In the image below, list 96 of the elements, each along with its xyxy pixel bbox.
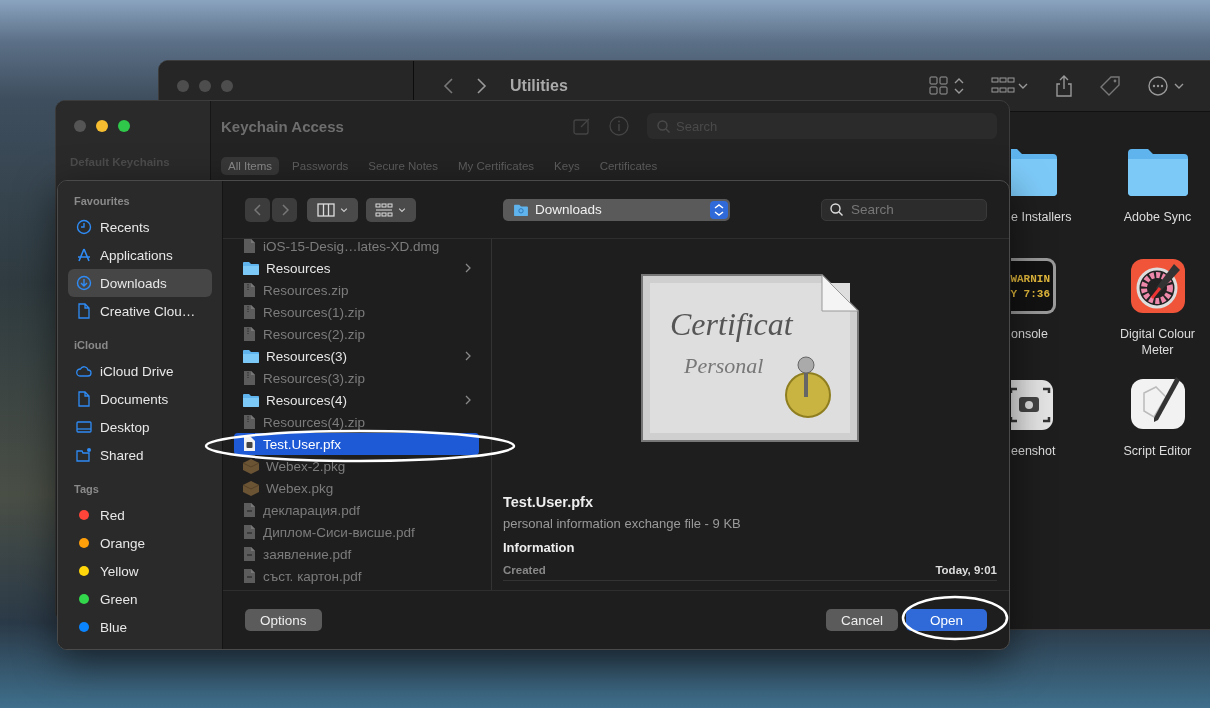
document-icon (76, 303, 92, 319)
console-icon-text: Y 7:36 (1011, 287, 1051, 300)
certificate-script-text: Certificat (670, 306, 793, 342)
sidebar-item[interactable]: Yellow (68, 557, 212, 585)
window-control-icon (96, 120, 108, 132)
file-row[interactable]: Resources (234, 257, 479, 279)
sidebar-item[interactable]: Documents (68, 385, 212, 413)
chevron-icon (465, 395, 471, 405)
pdf-file-icon (242, 546, 257, 562)
column-view-button[interactable] (307, 197, 358, 222)
open-button[interactable]: Open (905, 609, 987, 631)
file-row[interactable]: Resources(4) (234, 389, 479, 411)
stepper-icon (710, 200, 728, 219)
document-icon (242, 239, 257, 254)
window-control-icon (221, 80, 233, 92)
app-label: Digital Colour Meter (1119, 326, 1196, 358)
app-label: e Installers (1011, 209, 1072, 225)
zip-file-icon (242, 370, 257, 386)
document-icon (76, 391, 92, 407)
back-button[interactable] (245, 197, 270, 222)
window-title: Keychain Access (221, 117, 344, 135)
share-icon[interactable] (1055, 75, 1073, 97)
zip-file-icon (242, 414, 257, 430)
file-row[interactable]: Resources(3) (234, 345, 479, 367)
window-control-icon (74, 120, 86, 132)
pdf-file-icon (242, 502, 257, 518)
group-icon (375, 202, 393, 217)
file-description: personal information exchange file - 9 KB (503, 516, 742, 531)
folder-icon (513, 203, 529, 216)
sidebar-heading: Tags (74, 483, 100, 497)
app-label: Adobe Sync (1123, 209, 1192, 225)
tab[interactable]: All Items (221, 157, 280, 175)
window-control-icon (177, 80, 189, 92)
search-icon (657, 119, 670, 133)
chevron-icon (465, 263, 471, 273)
forward-button[interactable] (272, 197, 297, 222)
sidebar-item[interactable]: Recents (68, 213, 212, 241)
pdf-file-icon (242, 568, 257, 584)
sidebar-item[interactable]: Creative Clou… (68, 297, 212, 325)
package-icon (242, 458, 260, 474)
certificate-file-icon (242, 436, 257, 452)
search-icon (830, 203, 843, 216)
package-icon (242, 480, 260, 496)
tag-icon[interactable] (1099, 75, 1121, 97)
sidebar-item[interactable]: Shared (68, 441, 212, 469)
sidebar-item[interactable]: Orange (68, 529, 212, 557)
chevron-icon (465, 351, 471, 361)
zip-file-icon (242, 326, 257, 342)
forward-icon (280, 203, 289, 216)
sidebar-item[interactable]: Applications (68, 241, 212, 269)
zip-file-icon (242, 304, 257, 320)
file-name: Test.User.pfx (503, 494, 594, 510)
sidebar-heading: Favourites (74, 195, 131, 209)
cloud-icon (76, 363, 92, 379)
location-popup[interactable]: Downloads (503, 198, 730, 221)
back-icon (253, 203, 262, 216)
columns-icon (316, 202, 335, 217)
sidebar-item[interactable]: Red (68, 501, 212, 529)
sidebar-item[interactable]: Desktop (68, 413, 212, 441)
window-title: Utilities (510, 77, 568, 95)
group-icon[interactable] (991, 76, 1029, 96)
certificate-script-text: Personal (684, 353, 764, 378)
app-label: Script Editor (1123, 443, 1192, 459)
forward-icon[interactable] (476, 77, 488, 95)
search-field[interactable]: Search (821, 198, 987, 221)
app-label: eenshot (1011, 443, 1056, 459)
dialog-button[interactable]: Options (245, 609, 322, 631)
zip-file-icon (242, 282, 257, 298)
applications-icon (76, 247, 92, 263)
field-value: Today, 9:01 (935, 564, 997, 576)
colour-meter-app-icon (1129, 258, 1186, 314)
pdf-file-icon (242, 524, 257, 540)
desktop-icon (76, 419, 92, 435)
sidebar-heading: iCloud (74, 339, 110, 353)
folder-icon (242, 260, 260, 276)
shared-folder-icon (76, 447, 92, 463)
folder-icon (242, 348, 260, 364)
script-editor-app-icon (1129, 375, 1186, 431)
icon-view-icon[interactable] (929, 76, 965, 96)
file-row[interactable]: Test.User.pfx (234, 433, 479, 455)
download-icon (76, 275, 92, 291)
sidebar-item[interactable]: Blue (68, 613, 212, 641)
dialog-button[interactable]: Cancel (825, 609, 898, 631)
console-icon-text: WARNIN (1011, 272, 1051, 285)
back-icon[interactable] (442, 77, 454, 95)
clock-icon (76, 219, 92, 235)
section-heading: Information (503, 540, 576, 555)
field-label: Created (503, 564, 546, 576)
app-label: onsole (1011, 326, 1048, 342)
sidebar-item[interactable]: Green (68, 585, 212, 613)
sidebar-item[interactable]: iCloud Drive (68, 357, 212, 385)
window-control-icon (199, 80, 211, 92)
sidebar-item[interactable]: Downloads (68, 269, 212, 297)
group-button[interactable] (366, 197, 416, 222)
window-control-icon (118, 120, 130, 132)
folder-icon (242, 392, 260, 408)
